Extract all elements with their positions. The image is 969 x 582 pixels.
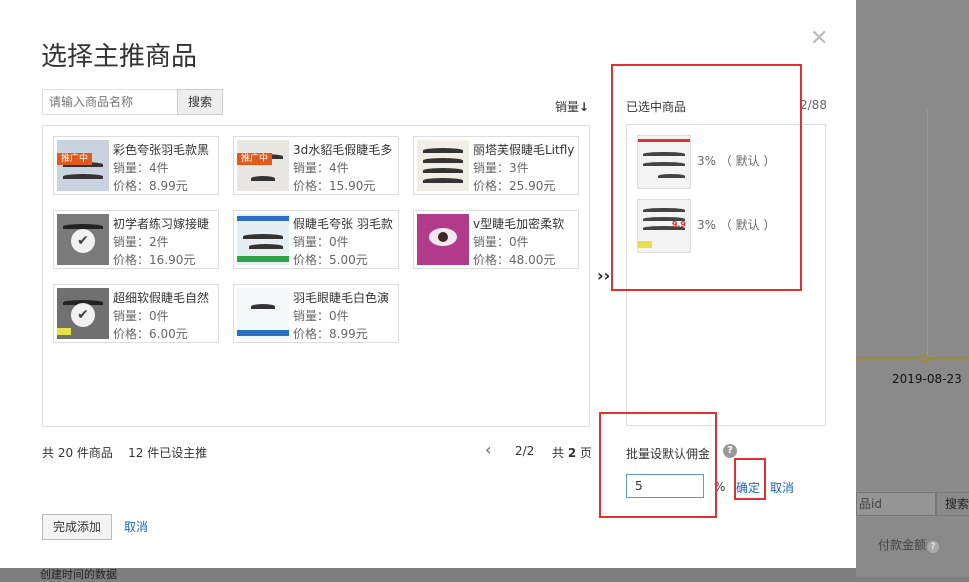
cancel-link[interactable]: 取消 (124, 518, 148, 535)
product-sales: 销量：2件 (113, 235, 169, 249)
selected-check-icon: ✔ (71, 303, 95, 327)
finish-add-button[interactable]: 完成添加 (42, 514, 112, 540)
product-card[interactable]: 羽毛眼睫毛白色演 销量：0件 价格：8.99元 (233, 284, 399, 343)
batch-cancel-link[interactable]: 取消 (770, 479, 794, 496)
product-name: 羽毛眼睫毛白色演 (293, 291, 390, 305)
confirm-link[interactable]: 确定 (736, 479, 760, 496)
product-card[interactable]: ✔ 超细软假睫毛自然 销量：0件 价格：6.00元 (53, 284, 219, 343)
product-name: 彩色夸张羽毛款黑 (113, 143, 210, 157)
product-price: 价格：25.90元 (473, 179, 556, 193)
timeline-point (920, 354, 929, 363)
close-icon[interactable]: ✕ (810, 26, 828, 51)
search-button[interactable]: 搜索 (177, 89, 223, 115)
selected-product-rate: 3% （ 默认 ） (697, 154, 776, 168)
product-card[interactable]: v型睫毛加密柔软 销量：0件 价格：48.00元 (413, 210, 579, 269)
product-sales: 销量：0件 (293, 235, 349, 249)
product-price: 价格：8.99元 (293, 327, 368, 341)
payment-amount-header: 付款金额? (878, 536, 940, 553)
batch-commission-label: 批量设默认佣金 (626, 447, 711, 461)
product-name: 超细软假睫毛自然 (113, 291, 210, 305)
product-thumbnail (417, 214, 469, 265)
product-name: 丽塔芙假睫毛Litfly (473, 143, 575, 157)
pager-total-suffix: 页 (576, 446, 593, 460)
product-price: 价格：16.90元 (113, 253, 196, 267)
product-price: 价格：5.00元 (293, 253, 368, 267)
arrow-down-icon: ↓ (579, 100, 590, 114)
product-price: 价格：8.99元 (113, 179, 188, 193)
chevron-left-icon[interactable]: ‹ (485, 440, 491, 459)
selected-products-title: 已选中商品 (626, 100, 687, 114)
question-icon[interactable]: ? (723, 444, 737, 458)
product-thumbnail: ✔ (57, 288, 109, 339)
product-card[interactable]: 推广中 3d水貂毛假睫毛多 销量：4件 价格：15.90元 (233, 136, 399, 195)
product-card[interactable]: ✔ 初学者练习嫁接睫 销量：2件 价格：16.90元 (53, 210, 219, 269)
background-bottom-text: 创建时间的数据 (40, 568, 117, 581)
sort-label: 销量 (555, 100, 580, 114)
product-sales: 销量：3件 (473, 161, 529, 175)
select-products-dialog: 选择主推商品 ✕ 搜索 销量↓ 推广中 彩色夸张羽毛款黑 销量：4件 价格：8.… (0, 0, 856, 568)
percent-unit: % (714, 480, 726, 494)
column-header-label: 付款金额 (878, 538, 927, 552)
product-price: 价格：48.00元 (473, 253, 556, 267)
timeline-line (856, 357, 969, 360)
pager-current: 2/2 (515, 444, 535, 458)
product-card[interactable]: 假睫毛夸张 羽毛款 销量：0件 价格：5.00元 (233, 210, 399, 269)
product-sales: 销量：4件 (113, 161, 169, 175)
background-search-button[interactable]: 搜索 (936, 492, 969, 516)
product-name: v型睫毛加密柔软 (473, 217, 565, 231)
product-name: 假睫毛夸张 羽毛款 (293, 217, 393, 231)
question-icon: ? (927, 541, 940, 553)
selected-check-icon: ✔ (71, 229, 95, 253)
product-thumbnail: ✔ (57, 214, 109, 265)
product-summary: 共 20 件商品 12 件已设主推 (42, 446, 208, 460)
product-thumbnail (237, 288, 289, 339)
product-price: 价格：6.00元 (113, 327, 188, 341)
product-sales: 销量：0件 (113, 309, 169, 323)
product-search-input[interactable] (42, 89, 178, 115)
promoting-tag: 推广中 (57, 153, 93, 165)
product-grid: 推广中 彩色夸张羽毛款黑 销量：4件 价格：8.99元 推广中 3d水貂毛假睫毛… (42, 125, 590, 427)
dialog-title: 选择主推商品 (41, 42, 198, 72)
double-chevron-right-icon[interactable]: ›› (597, 266, 610, 285)
commission-rate-input[interactable] (626, 474, 704, 498)
product-sales: 销量：4件 (293, 161, 349, 175)
pager-total-number: 2 (567, 446, 577, 460)
selected-product-thumbnail[interactable] (637, 135, 691, 189)
product-price: 价格：15.90元 (293, 179, 376, 193)
product-thumbnail (237, 214, 289, 265)
selected-product-thumbnail[interactable]: 9.9 (637, 199, 691, 253)
promoting-tag: 推广中 (237, 153, 273, 165)
timeline-date: 2019-08-23 (892, 372, 962, 386)
background-page (856, 0, 969, 577)
selected-product-rate: 3% （ 默认 ） (697, 218, 776, 232)
sort-by-sales[interactable]: 销量↓ (555, 98, 589, 115)
selected-products-list: 3% （ 默认 ） 9.9 3% （ 默认 ） (626, 124, 826, 426)
background-id-input[interactable]: 品id (856, 492, 936, 516)
product-sales: 销量：0件 (473, 235, 529, 249)
product-thumbnail: 推广中 (57, 140, 109, 191)
pager-total: 共 2 页 (552, 444, 592, 461)
pager-total-prefix: 共 (552, 446, 568, 460)
product-thumbnail: 推广中 (237, 140, 289, 191)
product-name: 初学者练习嫁接睫 (113, 217, 210, 231)
selected-count: 2/88 (800, 98, 827, 112)
product-thumbnail (417, 140, 469, 191)
product-card[interactable]: 推广中 彩色夸张羽毛款黑 销量：4件 价格：8.99元 (53, 136, 219, 195)
product-card[interactable]: 丽塔芙假睫毛Litfly 销量：3件 价格：25.90元 (413, 136, 579, 195)
timeline-vertical-line (927, 110, 928, 360)
product-sales: 销量：0件 (293, 309, 349, 323)
product-name: 3d水貂毛假睫毛多 (293, 143, 393, 157)
